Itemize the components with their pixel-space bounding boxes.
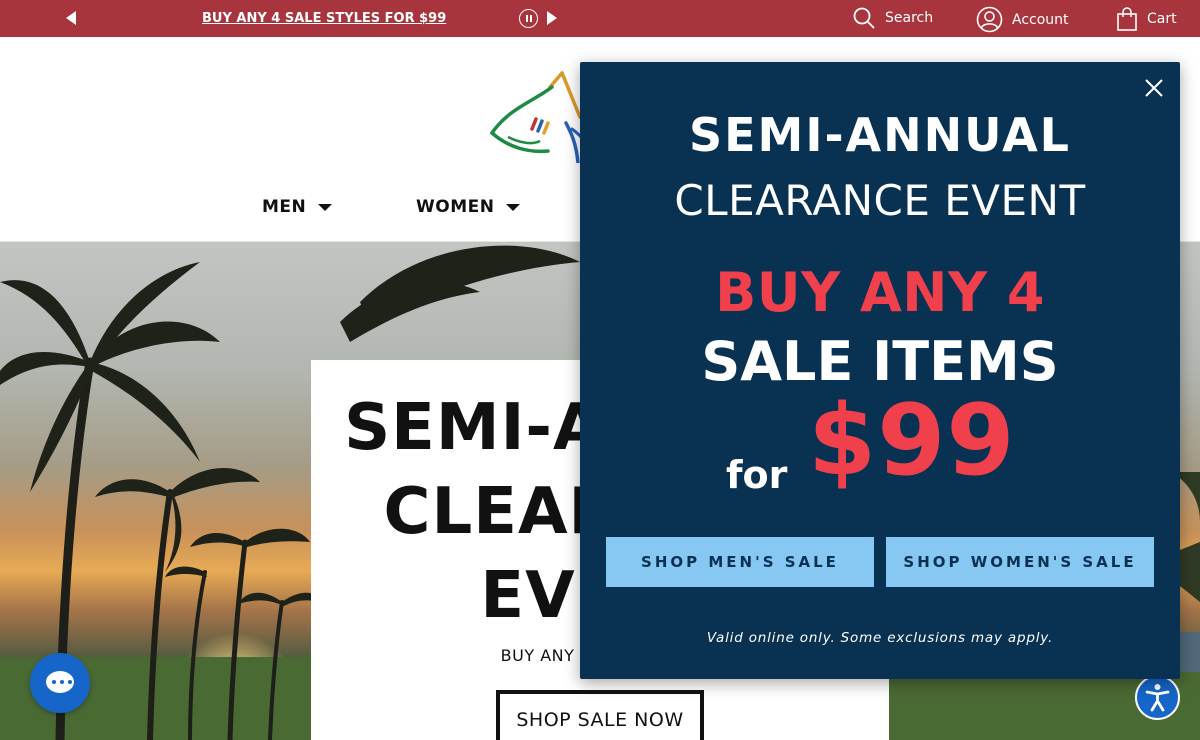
modal-subheading: CLEARANCE EVENT [674, 176, 1086, 225]
offer-price: $99 [808, 384, 1016, 498]
accessibility-figure [1145, 684, 1170, 712]
account-icon [976, 6, 1003, 33]
modal-disclaimer: Valid online only. Some exclusions may a… [706, 630, 1054, 646]
chat-bubble-icon[interactable] [30, 653, 90, 713]
offer-for-text: for [726, 453, 788, 497]
close-icon[interactable] [1144, 78, 1164, 98]
cart-label: Cart [1147, 11, 1177, 27]
pause-icon[interactable] [519, 9, 538, 28]
search-icon [853, 7, 875, 29]
offer-line-2: SALE ITEMS [701, 330, 1059, 393]
search-button[interactable]: Search [852, 6, 933, 30]
shop-sale-now-button[interactable]: SHOP SALE NOW [496, 690, 704, 740]
offer-line-1: BUY ANY 4 [715, 261, 1045, 324]
cart-button[interactable]: Cart [1116, 6, 1177, 32]
accessibility-icon[interactable] [1135, 675, 1180, 720]
nav-item-men[interactable]: MEN [262, 197, 333, 217]
modal-heading: SEMI-ANNUAL [689, 108, 1071, 162]
shop-womens-sale-button[interactable]: SHOP WOMEN'S SALE [886, 537, 1154, 587]
triangle-left-icon[interactable] [64, 10, 78, 26]
account-label: Account [1012, 11, 1069, 28]
promo-modal: SEMI-ANNUAL CLEARANCE EVENT BUY ANY 4 SA… [580, 62, 1180, 679]
caret-down-icon [318, 203, 333, 211]
promo-bar: BUY ANY 4 SALE STYLES FOR $99 Search Acc… [0, 0, 1200, 37]
account-button[interactable]: Account [976, 6, 1069, 33]
nav-item-women[interactable]: WOMEN [416, 197, 521, 217]
shop-mens-sale-button[interactable]: SHOP MEN'S SALE [606, 537, 874, 587]
triangle-right-icon[interactable] [545, 10, 559, 26]
promo-link[interactable]: BUY ANY 4 SALE STYLES FOR $99 [202, 11, 446, 26]
nav-women-label: WOMEN [416, 197, 495, 217]
chat-dots [52, 680, 72, 684]
search-label: Search [885, 10, 934, 26]
nav-men-label: MEN [262, 197, 307, 217]
shopping-bag-icon [1117, 7, 1137, 31]
caret-down-icon [506, 203, 521, 211]
